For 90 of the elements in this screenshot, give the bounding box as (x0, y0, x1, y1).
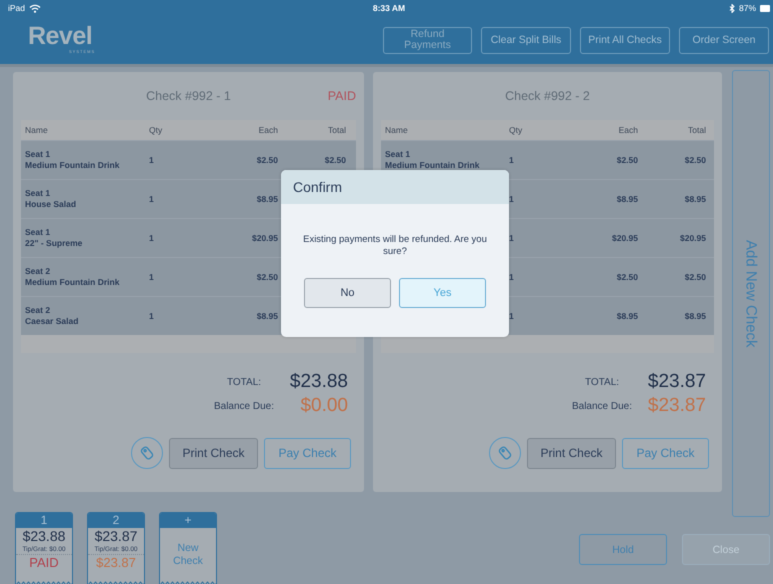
battery-icon (760, 4, 770, 12)
battery-percent: 87% (738, 3, 756, 13)
column-header: Total (687, 125, 707, 135)
item-name: House Salad (25, 199, 78, 210)
table-cell: $20.95 (680, 233, 706, 243)
table-row[interactable]: Seat 1 Medium Fountain Drink 1 $2.50 $2.50 (381, 140, 714, 179)
total-label: TOTAL: (584, 376, 620, 388)
dialog-title: Confirm (293, 179, 342, 195)
tab-number: 2 (88, 513, 144, 528)
discount-button[interactable] (489, 437, 521, 469)
table-cell: $20.95 (612, 233, 638, 243)
tab-amount: $23.88 (22, 528, 66, 545)
header-button[interactable]: Print All Checks (580, 26, 670, 54)
balance-label: Balance Due: (572, 400, 632, 412)
header-button[interactable]: Clear Split Bills (481, 26, 571, 54)
seat-label: Seat 2 (25, 305, 52, 316)
column-header: Name (384, 125, 409, 135)
tab-status: PAID (29, 555, 59, 571)
header-button[interactable]: Refund Payments (383, 26, 472, 54)
balance-label: Balance Due: (214, 400, 274, 412)
table-cell: $8.95 (684, 194, 706, 204)
item-name: 22" - Supreme (25, 238, 84, 249)
item-name: Caesar Salad (25, 316, 80, 327)
balance-amount: $0.00 (300, 395, 348, 417)
print-check-button[interactable]: Print Check (527, 438, 616, 468)
table-cell: $8.95 (616, 194, 638, 204)
table-cell: 1 (509, 311, 514, 321)
table-cell: $2.50 (616, 272, 638, 282)
logo-text: Revel (28, 22, 92, 48)
table-cell: $8.95 (684, 311, 706, 321)
seat-label: Seat 1 (385, 149, 412, 160)
table-cell: $8.95 (256, 311, 278, 321)
table-cell: $8.95 (616, 311, 638, 321)
check-tab[interactable]: + New Check (159, 512, 217, 584)
table-cell: $2.50 (256, 155, 278, 165)
table-cell: $2.50 (324, 155, 346, 165)
tab-status: $23.87 (96, 555, 136, 571)
tag-icon (497, 445, 513, 461)
table-cell: 1 (149, 311, 154, 321)
column-header: Each (258, 125, 278, 135)
total-label: TOTAL: (226, 376, 262, 388)
column-header: Total (327, 125, 347, 135)
dialog-button[interactable]: No (304, 278, 391, 308)
seat-label: Seat 1 (25, 149, 52, 160)
table-cell: $2.50 (256, 272, 278, 282)
column-header: Name (24, 125, 49, 135)
table-cell: $20.95 (252, 233, 278, 243)
table-cell: 1 (149, 194, 154, 204)
bluetooth-icon (728, 4, 735, 12)
pay-check-button[interactable]: Pay Check (622, 438, 709, 468)
table-cell: 1 (509, 233, 514, 243)
paid-status: PAID (328, 89, 356, 103)
table-cell: $2.50 (684, 272, 706, 282)
header-button[interactable]: Order Screen (679, 26, 769, 54)
dialog-button[interactable]: Yes (399, 278, 486, 308)
tab-number: 1 (16, 513, 72, 528)
table-cell: 1 (509, 155, 514, 165)
clock-time: 8:33 AM (372, 3, 406, 13)
device-name: iPad (8, 3, 26, 13)
table-row[interactable]: Seat 1 Medium Fountain Drink 1 $2.50 $2.50 (21, 140, 356, 179)
check-title: Check #992 - 1 (146, 89, 231, 103)
table-cell: 1 (509, 194, 514, 204)
new-check-label: New Check (173, 542, 203, 568)
seat-label: Seat 1 (25, 188, 52, 199)
column-header: Qty (149, 125, 164, 135)
seat-label: Seat 1 (25, 227, 52, 238)
wifi-icon (29, 4, 42, 12)
table-cell: $2.50 (684, 155, 706, 165)
column-header: Each (618, 125, 638, 135)
table-cell: $8.95 (256, 194, 278, 204)
total-amount: $23.87 (648, 371, 706, 393)
table-cell: $2.50 (616, 155, 638, 165)
table-cell: 1 (149, 155, 154, 165)
seat-label: Seat 2 (25, 266, 52, 277)
tag-icon (139, 445, 155, 461)
item-name: Medium Fountain Drink (385, 160, 480, 171)
discount-button[interactable] (131, 437, 163, 469)
pay-check-button[interactable]: Pay Check (264, 438, 351, 468)
print-check-button[interactable]: Print Check (169, 438, 258, 468)
item-name: Medium Fountain Drink (25, 160, 120, 171)
table-cell: 1 (149, 272, 154, 282)
item-name: Medium Fountain Drink (25, 277, 120, 288)
column-header: Qty (509, 125, 524, 135)
check-title: Check #992 - 2 (505, 89, 590, 103)
total-amount: $23.88 (290, 371, 348, 393)
tab-amount: $23.87 (94, 528, 138, 545)
tab-number: + (160, 513, 216, 528)
table-cell: 1 (509, 272, 514, 282)
table-cell: 1 (149, 233, 154, 243)
balance-amount: $23.87 (648, 395, 706, 417)
